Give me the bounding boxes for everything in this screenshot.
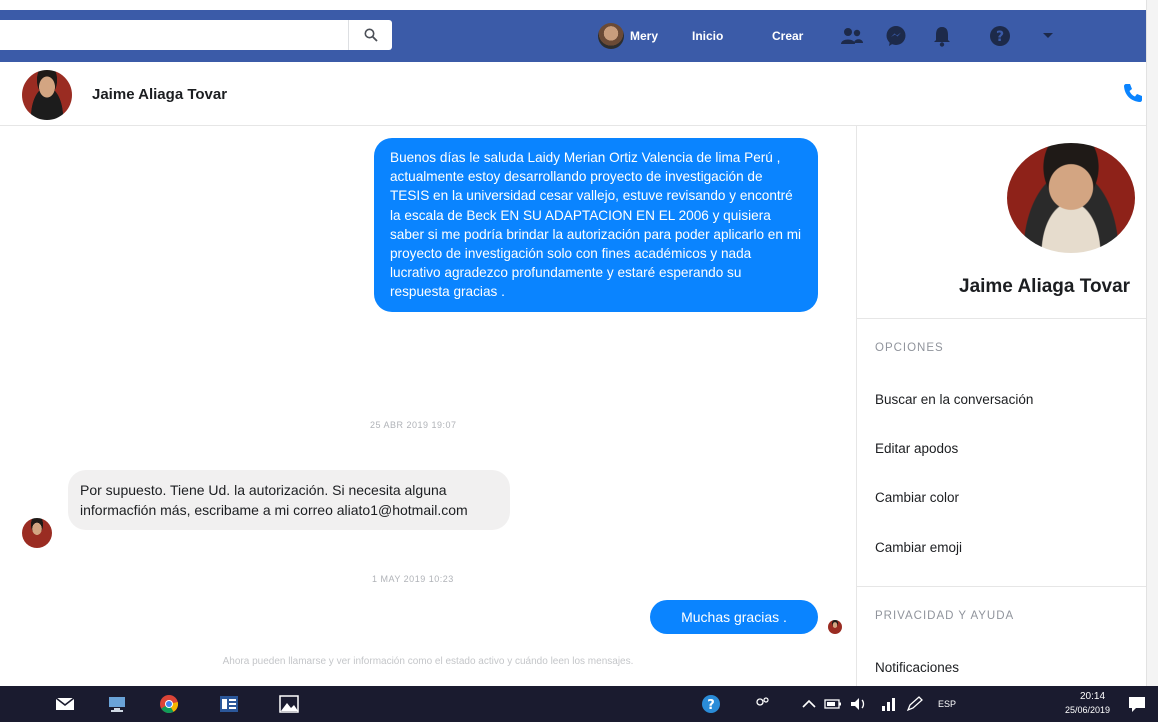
create-link[interactable]: Crear bbox=[772, 10, 803, 62]
create-label: Crear bbox=[772, 29, 804, 43]
panel-divider bbox=[857, 318, 1146, 319]
contact-avatar[interactable] bbox=[22, 70, 72, 120]
user-name: Mery bbox=[630, 29, 659, 43]
photos-icon[interactable] bbox=[278, 694, 300, 714]
svg-text:?: ? bbox=[996, 29, 1004, 45]
chrome-icon[interactable] bbox=[158, 694, 180, 714]
contact-name[interactable]: Jaime Aliaga Tovar bbox=[92, 86, 227, 103]
clock-time[interactable]: 20:14 bbox=[1080, 691, 1105, 702]
message-thread[interactable]: Buenos días le saluda Laidy Merian Ortiz… bbox=[0, 126, 856, 686]
contact-avatar-small[interactable] bbox=[22, 518, 52, 548]
battery-icon[interactable] bbox=[822, 694, 844, 714]
privacy-section-title: PRIVACIDAD Y AYUDA bbox=[875, 610, 1015, 622]
messages-button[interactable] bbox=[884, 24, 908, 48]
search-in-conversation-option[interactable]: Buscar en la conversación bbox=[875, 392, 1033, 407]
chevron-up-icon[interactable] bbox=[798, 694, 820, 714]
options-section-title: OPCIONES bbox=[875, 342, 944, 354]
conversation-header: Jaime Aliaga Tovar bbox=[0, 62, 1146, 126]
home-label: Inicio bbox=[692, 29, 724, 43]
message-bubble-outgoing[interactable]: Buenos días le saluda Laidy Merian Ortiz… bbox=[374, 138, 818, 312]
call-button[interactable] bbox=[1122, 82, 1144, 109]
word-icon[interactable] bbox=[218, 694, 240, 714]
os-taskbar: ? ESP 20:14 25/06/2019 bbox=[0, 686, 1158, 722]
seen-receipt-avatar bbox=[828, 620, 842, 634]
friend-requests-button[interactable] bbox=[840, 24, 864, 48]
contact-profile-photo[interactable] bbox=[1007, 143, 1135, 253]
input-language[interactable]: ESP bbox=[938, 699, 956, 709]
help-circle-icon[interactable]: ? bbox=[700, 694, 722, 714]
panel-contact-name[interactable]: Jaime Aliaga Tovar bbox=[959, 276, 1130, 298]
conversation-info-panel: Jaime Aliaga Tovar OPCIONES Buscar en la… bbox=[856, 126, 1146, 686]
network-icon[interactable] bbox=[878, 694, 900, 714]
home-link[interactable]: Inicio bbox=[692, 10, 723, 62]
search-icon bbox=[364, 28, 378, 42]
window-scrollbar[interactable] bbox=[1146, 0, 1158, 686]
top-nav-bar: Mery Inicio Crear ? bbox=[0, 10, 1146, 62]
change-color-option[interactable]: Cambiar color bbox=[875, 490, 959, 505]
notifications-option[interactable]: Notificaciones bbox=[875, 660, 959, 675]
search-button[interactable] bbox=[348, 20, 392, 50]
bell-icon bbox=[934, 27, 950, 47]
account-menu-button[interactable] bbox=[1036, 24, 1060, 48]
message-timestamp: 1 MAY 2019 10:23 bbox=[372, 574, 454, 584]
notifications-button[interactable] bbox=[930, 24, 954, 48]
mail-icon[interactable] bbox=[54, 694, 76, 714]
conversation-notice: Ahora pueden llamarse y ver información … bbox=[222, 656, 634, 667]
profile-shortcut[interactable]: Mery bbox=[598, 10, 658, 62]
volume-icon[interactable] bbox=[848, 694, 870, 714]
search-input[interactable] bbox=[0, 20, 392, 50]
message-bubble-incoming[interactable]: Por supuesto. Tiene Ud. la autorización.… bbox=[68, 470, 510, 530]
panel-divider bbox=[857, 586, 1146, 587]
edit-nicknames-option[interactable]: Editar apodos bbox=[875, 441, 958, 456]
messenger-icon bbox=[886, 26, 906, 46]
message-timestamp: 25 ABR 2019 19:07 bbox=[370, 420, 457, 430]
phone-icon bbox=[1124, 84, 1142, 102]
help-icon: ? bbox=[990, 26, 1010, 46]
clock-date[interactable]: 25/06/2019 bbox=[1065, 705, 1110, 715]
messenger-window: Mery Inicio Crear ? Jaime Aliaga Tovar B… bbox=[0, 0, 1158, 722]
network-computer-icon[interactable] bbox=[106, 694, 128, 714]
message-bubble-outgoing[interactable]: Muchas gracias . bbox=[650, 600, 818, 634]
friends-icon bbox=[841, 28, 863, 44]
change-emoji-option[interactable]: Cambiar emoji bbox=[875, 540, 962, 555]
svg-text:?: ? bbox=[707, 698, 715, 713]
people-icon[interactable] bbox=[752, 694, 774, 714]
user-avatar bbox=[598, 23, 624, 49]
action-center-icon[interactable] bbox=[1126, 694, 1148, 714]
pen-icon[interactable] bbox=[904, 694, 926, 714]
help-button[interactable]: ? bbox=[988, 24, 1012, 48]
caret-down-icon bbox=[1043, 33, 1053, 38]
